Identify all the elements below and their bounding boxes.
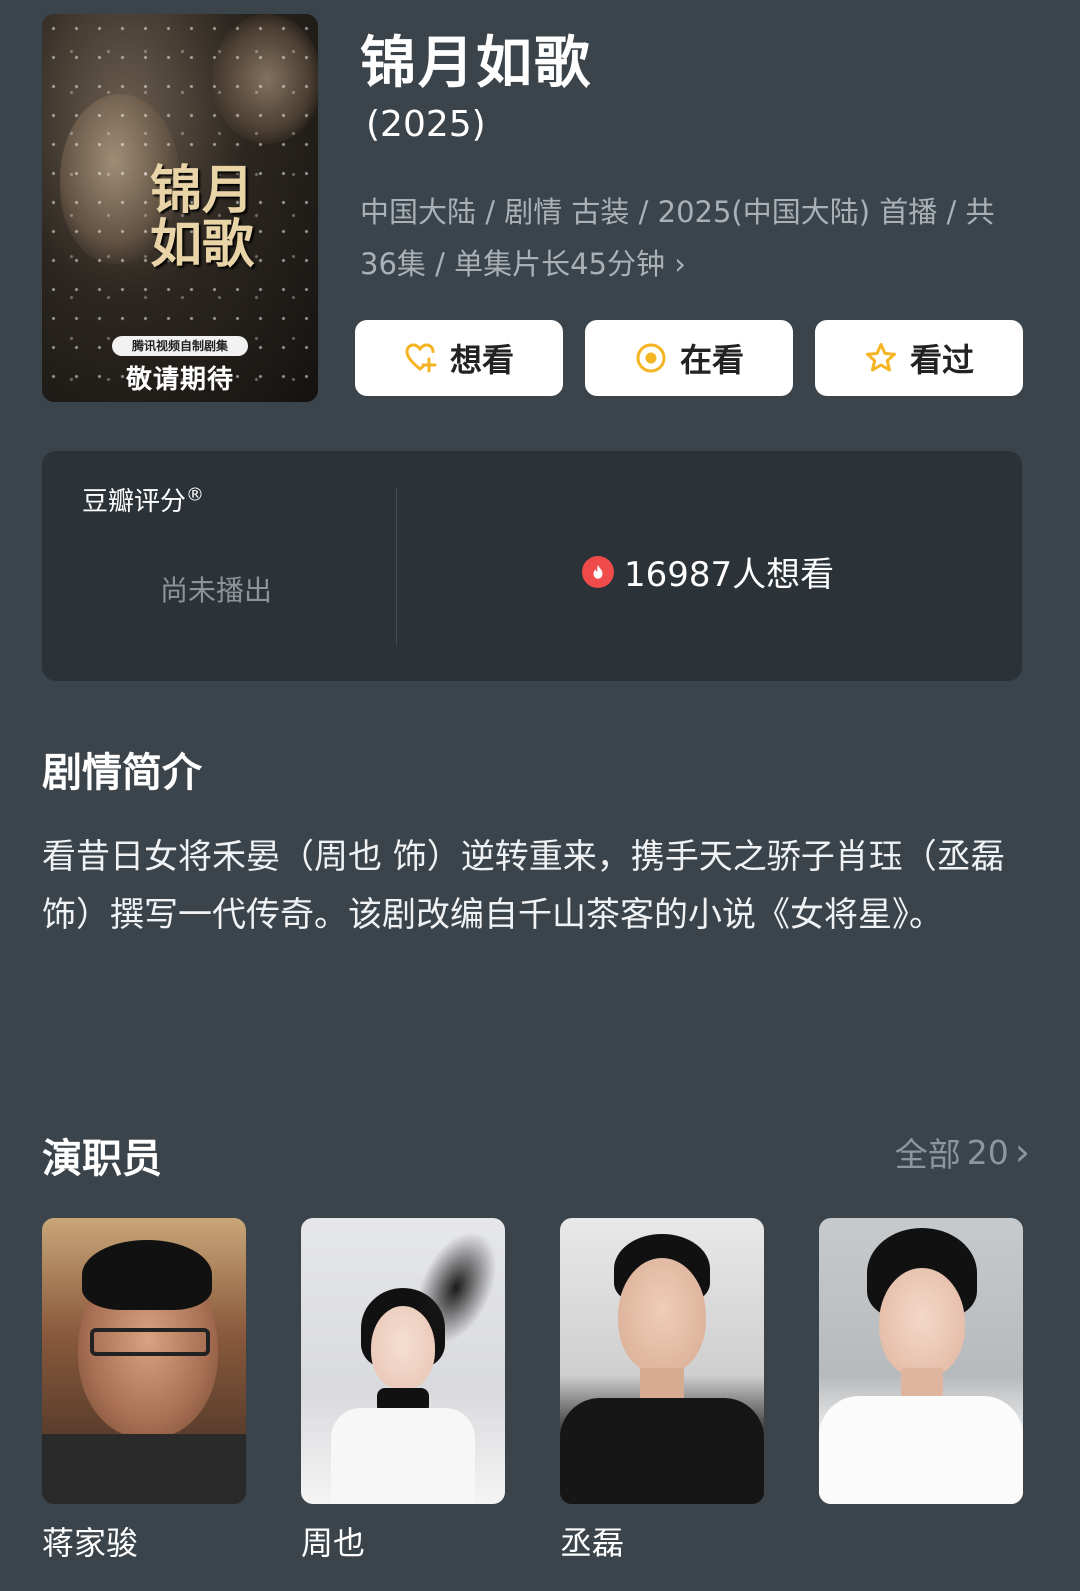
target-circle-icon <box>636 343 666 373</box>
cast-card[interactable] <box>819 1218 1023 1518</box>
cast-name: 蒋家骏 <box>42 1524 139 1562</box>
poster-calligraphy: 锦月如歌 <box>150 160 255 275</box>
poster-badge: 腾讯视频自制剧集 <box>112 336 248 356</box>
rating-status: 尚未播出 <box>160 574 273 607</box>
page-title: 锦月如歌 <box>360 31 592 96</box>
all-cast-count: 20 <box>966 1132 1009 1172</box>
poster-image[interactable]: 锦月如歌 腾讯视频自制剧集 敬请期待 <box>42 14 318 402</box>
douban-rating-label: 豆瓣评分® <box>82 481 204 518</box>
cast-photo <box>42 1218 246 1504</box>
chevron-right-icon: › <box>674 247 686 281</box>
wish-count: 16987人想看 <box>582 547 834 596</box>
cast-photo <box>301 1218 505 1504</box>
cast-heading: 演职员 <box>42 1136 162 1182</box>
cast-name: 周也 <box>301 1524 366 1562</box>
synopsis-heading: 剧情简介 <box>42 750 202 796</box>
wish-count-text: 16987人想看 <box>624 555 835 595</box>
watched-button[interactable]: 看过 <box>815 320 1023 396</box>
cast-card[interactable]: 丞磊 <box>560 1218 764 1564</box>
cast-photo <box>560 1218 764 1504</box>
star-icon <box>865 343 896 372</box>
watched-label: 看过 <box>909 341 974 379</box>
meta-line-2-text: 36集 / 单集片长45分钟 <box>360 247 666 281</box>
want-to-watch-button[interactable]: 想看 <box>355 320 563 396</box>
registered-mark: ® <box>186 484 205 506</box>
all-cast-label: 全部 <box>894 1135 961 1174</box>
cast-card[interactable]: 周也 <box>301 1218 505 1564</box>
cast-card[interactable]: 蒋家骏 <box>42 1218 246 1564</box>
fire-icon <box>582 555 614 588</box>
douban-rating-text: 豆瓣评分 <box>82 487 187 517</box>
rating-card[interactable]: 豆瓣评分® 尚未播出 16987人想看 <box>42 451 1022 681</box>
meta-info[interactable]: 中国大陆 / 剧情 古装 / 2025(中国大陆) 首播 / 共 36集 / 单… <box>360 186 1020 290</box>
want-to-watch-label: 想看 <box>449 341 514 379</box>
poster-tagline: 敬请期待 <box>125 365 234 395</box>
meta-line-2: 36集 / 单集片长45分钟 › <box>360 238 1020 290</box>
meta-line-1: 中国大陆 / 剧情 古装 / 2025(中国大陆) 首播 / 共 <box>360 195 995 229</box>
cast-name: 丞磊 <box>560 1524 625 1562</box>
bottom-fade <box>820 1548 1080 1591</box>
watching-button[interactable]: 在看 <box>585 320 793 396</box>
all-cast-link[interactable]: 全部 20 › <box>895 1128 1030 1176</box>
watching-label: 在看 <box>679 341 744 379</box>
cast-photo <box>819 1218 1023 1504</box>
release-year: (2025) <box>366 104 486 145</box>
synopsis-text[interactable]: 看昔日女将禾晏（周也 饰）逆转重来，携手天之骄子肖珏（丞磊 饰）撰写一代传奇。该… <box>42 828 1022 944</box>
chevron-right-icon: › <box>1014 1130 1030 1174</box>
heart-plus-icon <box>405 343 437 373</box>
rating-divider <box>396 487 397 645</box>
